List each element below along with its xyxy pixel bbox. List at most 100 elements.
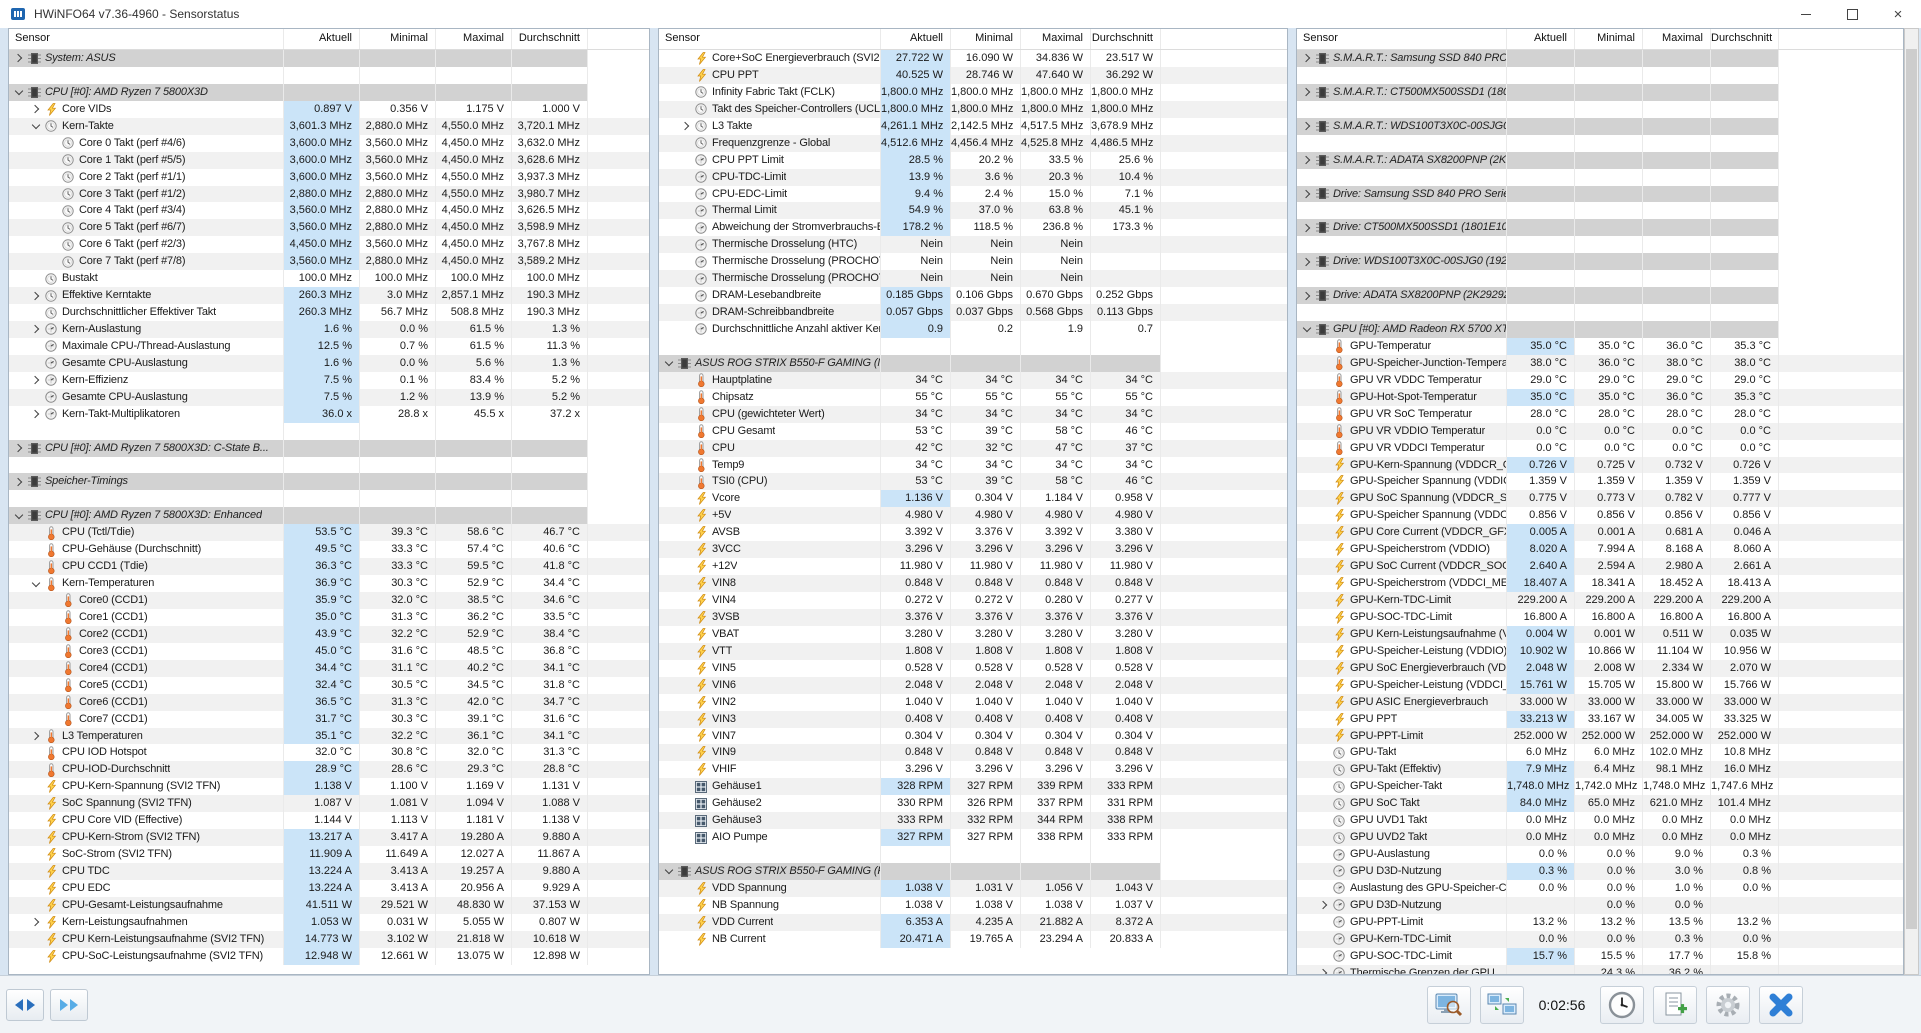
sensor-row[interactable]: GPU-Speicherstrom (VDDCI_MEM) 18.407 A 18.…: [1297, 575, 1903, 592]
sensor-row[interactable]: NB Current 20.471 A 19.765 A 23.294 A 20.833…: [659, 930, 1287, 948]
sensor-row[interactable]: CPU CCD1 (Tdie) 36.3 °C 33.3 °C 59.5 °C 41.8…: [9, 558, 649, 576]
section-row[interactable]: Drive: ADATA SX8200PNP (2K292926SBP2): [1297, 287, 1903, 305]
sensor-row[interactable]: GPU-PPT-Limit 252.000 W 252.000 W 252.000 W…: [1297, 727, 1903, 745]
sensor-row[interactable]: CPU (gewichteter Wert) 34 °C 34 °C 34 °C 34 …: [659, 405, 1287, 423]
sensor-row[interactable]: TSI0 (CPU) 53 °C 39 °C 58 °C 46 °C: [659, 473, 1287, 491]
sensor-row[interactable]: CPU Gesamt 53 °C 39 °C 58 °C 46 °C: [659, 422, 1287, 440]
sensor-row[interactable]: Effektive Kerntakte 260.3 MHz 3.0 MHz 2,857…: [9, 287, 649, 305]
chevron-right-icon[interactable]: [1300, 155, 1314, 165]
chevron-right-icon[interactable]: [12, 477, 26, 487]
chevron-right-icon[interactable]: [1300, 189, 1314, 199]
section-row[interactable]: CPU [#0]: AMD Ryzen 7 5800X3D: [9, 83, 649, 101]
sensor-row[interactable]: GPU VR VDDIO Temperatur 0.0 °C 0.0 °C 0.0 °…: [1297, 422, 1903, 440]
sensor-row[interactable]: VHIF 3.296 V 3.296 V 3.296 V 3.296 V: [659, 761, 1287, 779]
sensor-row[interactable]: GPU-Takt (Effektiv) 7.9 MHz 6.4 MHz 98.1 MH…: [1297, 761, 1903, 779]
sensor-row[interactable]: Kern-Leistungsaufnahmen 1.053 W 0.031 W 5.0…: [9, 913, 649, 931]
chevron-right-icon[interactable]: [29, 918, 43, 927]
sensor-row[interactable]: VIN5 0.528 V 0.528 V 0.528 V 0.528 V: [659, 659, 1287, 677]
sensor-row[interactable]: VTT 1.808 V 1.808 V 1.808 V 1.808 V: [659, 642, 1287, 660]
section-row[interactable]: CPU [#0]: AMD Ryzen 7 5800X3D: C-State B…: [9, 439, 649, 457]
sensor-row[interactable]: Maximale CPU-/Thread-Auslastung 12.5 % 0.7…: [9, 337, 649, 355]
sensor-row[interactable]: Gesamte CPU-Auslastung 1.6 % 0.0 % 5.6 % 1.3…: [9, 354, 649, 372]
sensor-row[interactable]: Gehäuse2 330 RPM 326 RPM 337 RPM 331 RPM: [659, 795, 1287, 813]
sensor-row[interactable]: +12V 11.980 V 11.980 V 11.980 V 11.980 V: [659, 558, 1287, 576]
chevron-right-icon[interactable]: [1300, 257, 1314, 266]
section-row[interactable]: S.M.A.R.T.: CT500MX500SSD1 (1801E1094C..…: [1297, 83, 1903, 101]
sensor-row[interactable]: Thermische Grenzen der GPU 24.3 % 36.2 %: [1297, 964, 1903, 974]
sensor-row[interactable]: DRAM-Lesebandbreite 0.185 Gbps 0.106 Gbps 0…: [659, 287, 1287, 305]
sensor-row[interactable]: Core0 (CCD1) 35.9 °C 32.0 °C 38.5 °C 34.6 °C: [9, 592, 649, 609]
sensor-row[interactable]: Core4 (CCD1) 34.4 °C 31.1 °C 40.2 °C 34.1 °C: [9, 659, 649, 677]
sensor-row[interactable]: CPU EDC 13.224 A 3.413 A 20.956 A 9.929 A: [9, 879, 649, 897]
sensor-row[interactable]: L3 Temperaturen 35.1 °C 32.2 °C 36.1 °C 34.1…: [9, 727, 649, 745]
chevron-right-icon[interactable]: [29, 325, 43, 334]
sensor-row[interactable]: GPU-Speicher-Leistung (VDDCI_MEM)15.761 …: [1297, 676, 1903, 694]
sensor-row[interactable]: Temp9 34 °C 34 °C 34 °C 34 °C: [659, 456, 1287, 474]
sensor-row[interactable]: Core5 (CCD1) 32.4 °C 30.5 °C 34.5 °C 31.8 °C: [9, 676, 649, 694]
sensor-row[interactable]: GPU-Kern-TDC-Limit 0.0 % 0.0 % 0.3 % 0.0 %: [1297, 930, 1903, 948]
sensor-row[interactable]: GPU SoC Spannung (VDDCR_SOC)0.775 V0.773…: [1297, 490, 1903, 508]
sensor-row[interactable]: GPU-Speicher-Junction-Temperatur 38.0 °C 3…: [1297, 354, 1903, 372]
sensor-row[interactable]: CPU Core VID (Effective) 1.144 V 1.113 V 1.…: [9, 812, 649, 830]
sensor-row[interactable]: Core 2 Takt (perf #1/1) 3,600.0 MHz 3,560.…: [9, 168, 649, 186]
column-header-minimal[interactable]: Minimal: [1574, 29, 1642, 49]
sensor-row[interactable]: CPU 42 °C 32 °C 47 °C 37 °C: [659, 439, 1287, 457]
chevron-down-icon[interactable]: [1300, 324, 1314, 333]
sensor-row[interactable]: Core 6 Takt (perf #2/3) 4,450.0 MHz 3,560.…: [9, 236, 649, 254]
sensor-row[interactable]: VIN4 0.272 V 0.272 V 0.280 V 0.277 V: [659, 592, 1287, 609]
sensor-row[interactable]: CPU-EDC-Limit 9.4 % 2.4 % 15.0 % 7.1 %: [659, 185, 1287, 203]
sensor-row[interactable]: Kern-Takte 3,601.3 MHz 2,880.0 MHz 4,550.0 …: [9, 117, 649, 135]
report-add-button[interactable]: [1653, 985, 1697, 1024]
chevron-right-icon[interactable]: [12, 443, 26, 453]
sensor-row[interactable]: GPU-Speicher Spannung (VDDIO) 1.359 V 1.35…: [1297, 473, 1903, 491]
section-row[interactable]: ASUS ROG STRIX B550-F GAMING (Nuvoton ..…: [659, 354, 1287, 372]
minimize-button[interactable]: [1783, 0, 1829, 28]
sensor-row[interactable]: CPU Kern-Leistungsaufnahme (SVI2 TFN) 14.…: [9, 930, 649, 948]
sensor-row[interactable]: Core 1 Takt (perf #5/5) 3,600.0 MHz 3,560.…: [9, 151, 649, 169]
navigate-arrows-button[interactable]: [6, 988, 44, 1021]
sensor-row[interactable]: CPU-IOD-Durchschnitt 28.9 °C 28.6 °C 29.3 °…: [9, 761, 649, 779]
remote-sensors-button[interactable]: [1480, 985, 1524, 1024]
sensor-row[interactable]: GPU D3D-Nutzung 0.0 % 0.0 %: [1297, 896, 1903, 914]
sensor-row[interactable]: L3 Takte 4,261.1 MHz 2,142.5 MHz 4,517.5 MH…: [659, 117, 1287, 135]
sensor-row[interactable]: GPU-Speicher Spannung (VDDCI_MEM)0.856 V…: [1297, 507, 1903, 525]
sensor-row[interactable]: Core2 (CCD1) 43.9 °C 32.2 °C 52.9 °C 38.4 °C: [9, 625, 649, 643]
sensor-row[interactable]: CPU-Gehäuse (Durchschnitt) 49.5 °C 33.3 °C…: [9, 541, 649, 559]
sensor-row[interactable]: DRAM-Schreibbandbreite 0.057 Gbps 0.037 Gb…: [659, 304, 1287, 321]
section-row[interactable]: Drive: CT500MX500SSD1 (1801E1094C81): [1297, 219, 1903, 237]
sensor-row[interactable]: Gehäuse3 333 RPM 332 RPM 344 RPM 338 RPM: [659, 812, 1287, 830]
sensor-row[interactable]: Kern-Temperaturen 36.9 °C 30.3 °C 52.9 °C 34…: [9, 575, 649, 592]
sensor-row[interactable]: Auslastung des GPU-Speicher-Controllers0…: [1297, 879, 1903, 897]
sensor-row[interactable]: GPU SoC Takt 84.0 MHz 65.0 MHz 621.0 MHz 101…: [1297, 795, 1903, 813]
sensor-row[interactable]: Kern-Effizienz 7.5 % 0.1 % 83.4 % 5.2 %: [9, 371, 649, 389]
sensor-row[interactable]: Durchschnittlicher Effektiver Takt 260.3 …: [9, 304, 649, 321]
sensor-row[interactable]: CPU-TDC-Limit 13.9 % 3.6 % 20.3 % 10.4 %: [659, 168, 1287, 186]
maximize-button[interactable]: [1829, 0, 1875, 28]
sensor-row[interactable]: GPU SoC Energieverbrauch (VDDCR_SOC)2.04…: [1297, 659, 1903, 677]
clock-button[interactable]: [1600, 985, 1644, 1024]
column-header-durchschnitt[interactable]: Durchschnitt: [1090, 29, 1160, 49]
column-header-sensor[interactable]: Sensor: [659, 29, 880, 49]
chevron-right-icon[interactable]: [29, 409, 43, 419]
sensor-row[interactable]: GPU-PPT-Limit 13.2 % 13.2 % 13.5 % 13.2 %: [1297, 913, 1903, 931]
forward-arrows-button[interactable]: [50, 988, 88, 1021]
column-header-durchschnitt[interactable]: Durchschnitt: [1710, 29, 1778, 49]
sensor-row[interactable]: GPU-SOC-TDC-Limit 15.7 % 15.5 % 17.7 % 15.8 …: [1297, 947, 1903, 965]
sensor-row[interactable]: AVSB 3.392 V 3.376 V 3.392 V 3.380 V: [659, 524, 1287, 542]
sensor-row[interactable]: GPU-Auslastung 0.0 % 0.0 % 9.0 % 0.3 %: [1297, 846, 1903, 863]
section-row[interactable]: S.M.A.R.T.: WDS100T3X0C-00SJG0 (19245B..…: [1297, 117, 1903, 135]
sensor-row[interactable]: Durchschnittliche Anzahl aktiver Kerne 0.…: [659, 321, 1287, 338]
chevron-down-icon[interactable]: [662, 358, 676, 367]
sensor-row[interactable]: Core1 (CCD1) 35.0 °C 31.3 °C 36.2 °C 33.5 °C: [9, 608, 649, 626]
sensor-row[interactable]: GPU-Speicherstrom (VDDIO) 8.020 A 7.994 A8…: [1297, 541, 1903, 559]
sensor-row[interactable]: GPU VR SoC Temperatur 28.0 °C 28.0 °C 28.0 …: [1297, 405, 1903, 423]
section-row[interactable]: Drive: Samsung SSD 840 PRO Series (S12UN…: [1297, 185, 1903, 203]
chevron-right-icon[interactable]: [29, 731, 43, 741]
sensor-row[interactable]: GPU-Speicher-Takt 1,748.0 MHz 1,742.0 MHz 1…: [1297, 778, 1903, 796]
chevron-right-icon[interactable]: [679, 121, 693, 131]
sensor-row[interactable]: AIO Pumpe 327 RPM 327 RPM 338 RPM 333 RPM: [659, 829, 1287, 847]
section-row[interactable]: GPU [#0]: AMD Radeon RX 5700 XT:: [1297, 321, 1903, 338]
sensor-row[interactable]: Thermische Drosselung (HTC) Nein Nein Nein: [659, 236, 1287, 254]
column-header-sensor[interactable]: Sensor: [1297, 29, 1506, 49]
system-summary-button[interactable]: [1427, 985, 1471, 1024]
